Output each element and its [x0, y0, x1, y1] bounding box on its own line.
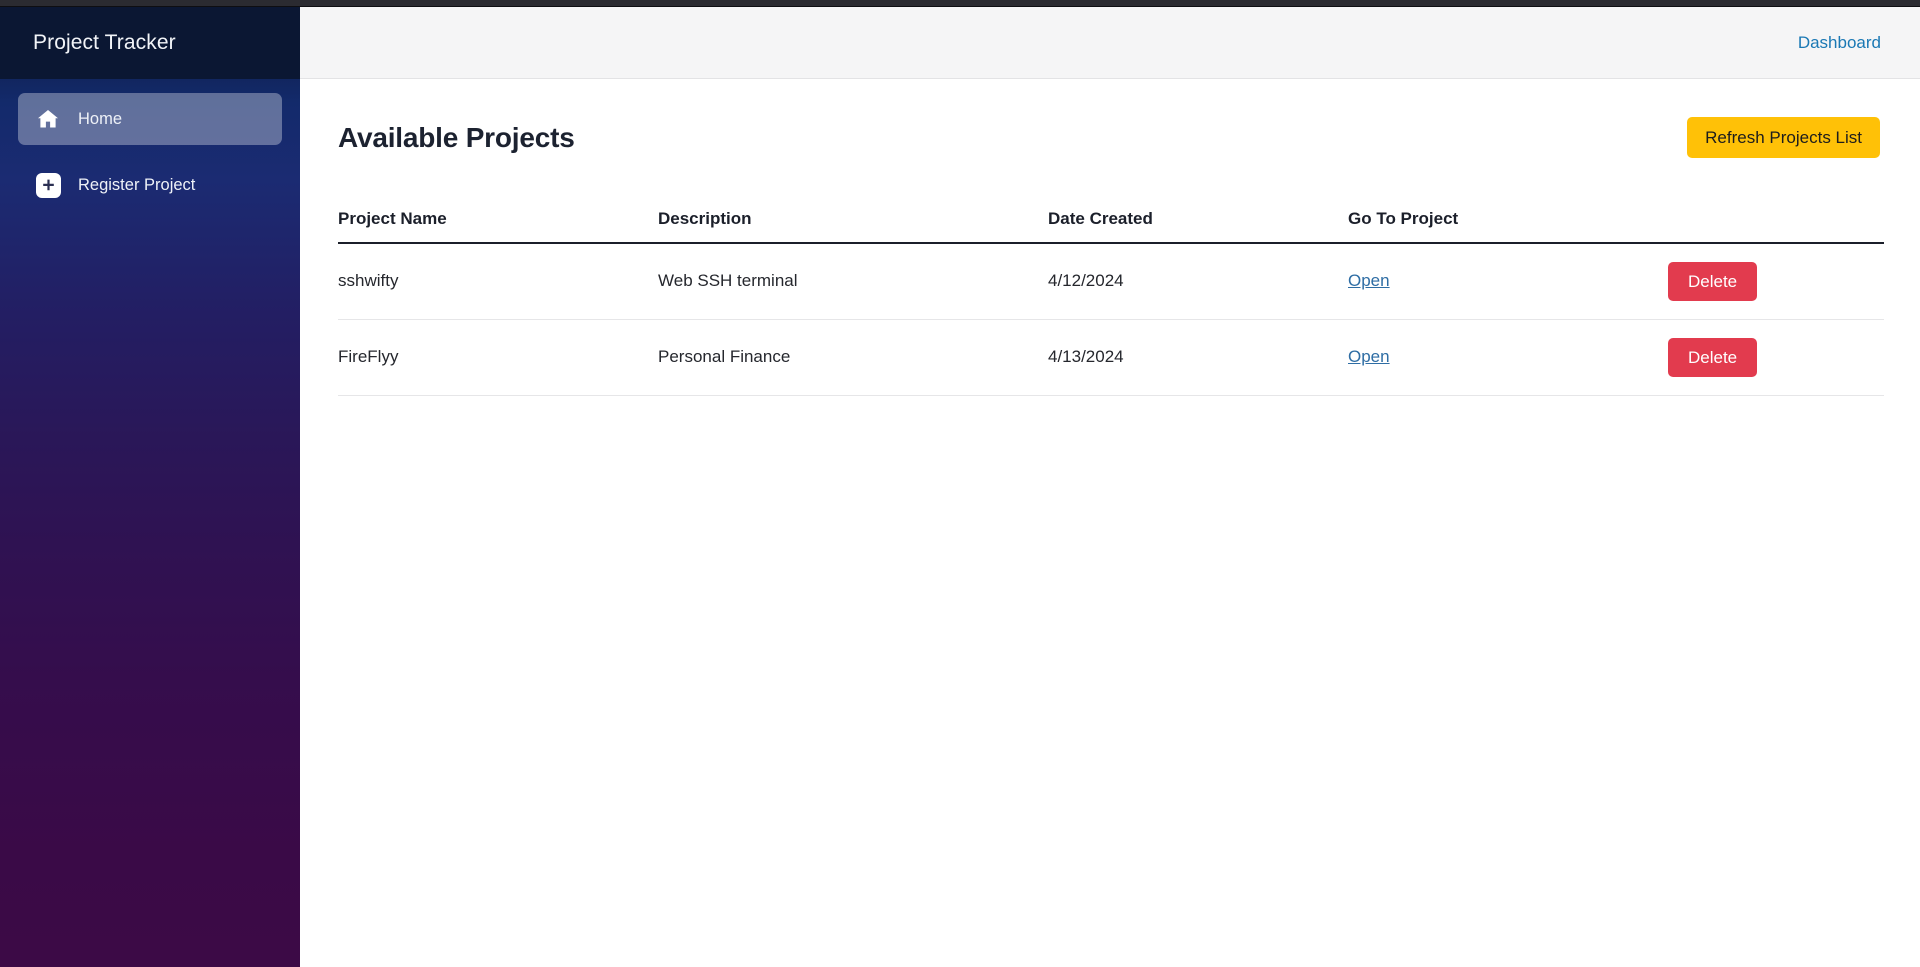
projects-table-body: sshwifty Web SSH terminal 4/12/2024 Open… — [338, 243, 1884, 396]
open-project-link[interactable]: Open — [1348, 271, 1390, 290]
cell-go-to-project: Open — [1348, 243, 1668, 320]
page-header: Available Projects Refresh Projects List — [338, 79, 1880, 173]
sidebar-item-label-home: Home — [78, 110, 122, 129]
browser-chrome-strip — [0, 0, 1920, 7]
open-project-link[interactable]: Open — [1348, 347, 1390, 366]
app-shell: Project Tracker Home — [0, 7, 1920, 967]
home-icon — [34, 105, 62, 133]
cell-actions: Delete — [1668, 319, 1884, 395]
column-header-date-created: Date Created — [1048, 209, 1348, 243]
sidebar-item-label-register-project: Register Project — [78, 176, 195, 195]
cell-project-name: sshwifty — [338, 243, 658, 320]
table-row: sshwifty Web SSH terminal 4/12/2024 Open… — [338, 243, 1884, 320]
sidebar-header: Project Tracker — [0, 7, 300, 79]
delete-project-button[interactable]: Delete — [1668, 262, 1757, 301]
delete-project-button[interactable]: Delete — [1668, 338, 1757, 377]
cell-actions: Delete — [1668, 243, 1884, 320]
cell-date-created: 4/13/2024 — [1048, 319, 1348, 395]
cell-project-name: FireFlyy — [338, 319, 658, 395]
cell-go-to-project: Open — [1348, 319, 1668, 395]
cell-description: Personal Finance — [658, 319, 1048, 395]
column-header-description: Description — [658, 209, 1048, 243]
column-header-project-name: Project Name — [338, 209, 658, 243]
app-title: Project Tracker — [33, 31, 176, 55]
table-row: FireFlyy Personal Finance 4/13/2024 Open… — [338, 319, 1884, 395]
plus-icon — [34, 171, 62, 199]
sidebar: Project Tracker Home — [0, 7, 300, 967]
cell-description: Web SSH terminal — [658, 243, 1048, 320]
main-content: Available Projects Refresh Projects List… — [300, 79, 1920, 967]
sidebar-nav: Home Register Project — [0, 79, 300, 211]
cell-date-created: 4/12/2024 — [1048, 243, 1348, 320]
sidebar-item-home[interactable]: Home — [18, 93, 282, 145]
sidebar-item-register-project[interactable]: Register Project — [18, 159, 282, 211]
dashboard-link[interactable]: Dashboard — [1798, 33, 1881, 53]
projects-table-wrapper: Project Name Description Date Created Go… — [338, 209, 1880, 396]
topbar: Dashboard — [300, 7, 1920, 79]
refresh-projects-list-button[interactable]: Refresh Projects List — [1687, 117, 1880, 158]
projects-table: Project Name Description Date Created Go… — [338, 209, 1884, 396]
column-header-actions — [1668, 209, 1884, 243]
page-title: Available Projects — [338, 122, 575, 154]
projects-table-head: Project Name Description Date Created Go… — [338, 209, 1884, 243]
table-header-row: Project Name Description Date Created Go… — [338, 209, 1884, 243]
column-header-go-to-project: Go To Project — [1348, 209, 1668, 243]
